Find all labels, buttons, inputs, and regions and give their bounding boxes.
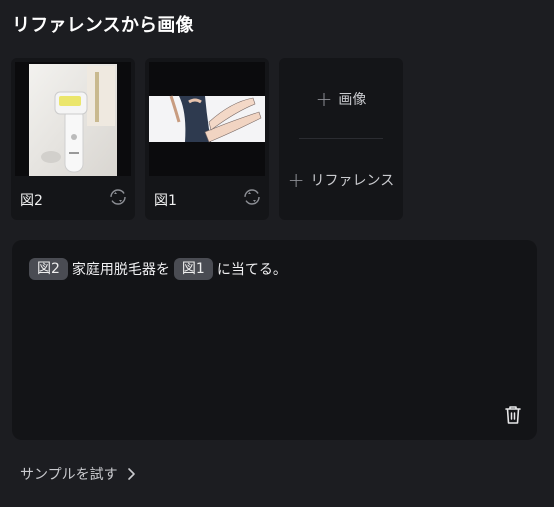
reference-card-2[interactable]: 図2 (11, 58, 135, 220)
page-title: リファレンスから画像 (12, 15, 194, 36)
reference-card-1[interactable]: 図1 (145, 58, 269, 220)
reference-thumbnail-device[interactable] (15, 62, 131, 176)
reference-thumbnail-illustration[interactable] (149, 62, 265, 176)
reference-label: 図2 (20, 193, 43, 209)
add-image-button[interactable]: + 画像 (279, 86, 403, 112)
trash-icon[interactable] (503, 404, 523, 426)
prompt-segment: 家庭用脱毛器を (71, 262, 170, 278)
device-photo-image (15, 62, 131, 176)
add-image-label: 画像 (338, 92, 367, 108)
try-sample-label: サンプルを試す (20, 467, 118, 483)
replace-reference-icon[interactable] (243, 188, 261, 206)
prompt-text[interactable]: 図2 家庭用脱毛器を 図1 に当てる。 (29, 258, 287, 280)
plus-icon: + (315, 87, 333, 111)
illustration-image (149, 62, 265, 176)
prompt-editor[interactable]: 図2 家庭用脱毛器を 図1 に当てる。 (12, 240, 537, 440)
add-panel: + 画像 + リファレンス (279, 58, 403, 220)
plus-icon: + (287, 168, 305, 192)
reference-tag[interactable]: 図1 (173, 258, 213, 280)
prompt-segment: に当てる。 (216, 262, 287, 278)
try-sample-link[interactable]: サンプルを試す (20, 464, 136, 484)
reference-label: 図1 (154, 193, 177, 209)
add-reference-label: リファレンス (310, 173, 395, 189)
replace-reference-icon[interactable] (109, 188, 127, 206)
divider (299, 138, 383, 139)
reference-tag[interactable]: 図2 (29, 258, 68, 280)
chevron-right-icon (127, 468, 135, 480)
add-reference-button[interactable]: + リファレンス (279, 167, 403, 193)
